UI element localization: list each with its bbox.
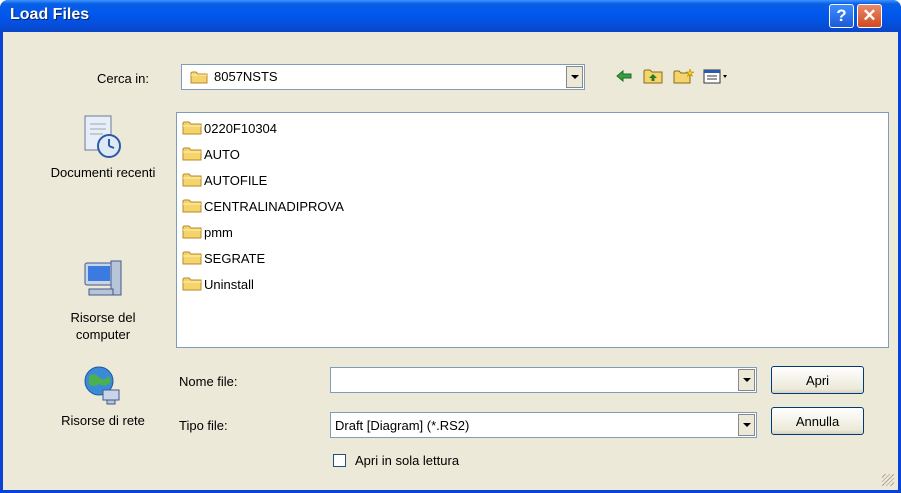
list-item[interactable]: SEGRATE bbox=[182, 247, 265, 269]
list-item[interactable]: Uninstall bbox=[182, 273, 254, 295]
title-bar[interactable]: Load Files ? ✕ bbox=[0, 0, 901, 32]
file-type-dropdown-button[interactable] bbox=[738, 414, 755, 436]
folder-icon bbox=[182, 225, 202, 239]
place-network[interactable]: Risorse di rete bbox=[43, 364, 163, 429]
file-name-dropdown-button[interactable] bbox=[738, 369, 755, 391]
view-menu-icon[interactable] bbox=[703, 68, 729, 84]
new-folder-icon[interactable] bbox=[673, 68, 695, 84]
file-type-combobox[interactable]: Draft [Diagram] (*.RS2) bbox=[330, 412, 757, 438]
load-files-dialog: Load Files ? ✕ Cerca in: 8057NSTS Docume… bbox=[0, 0, 901, 493]
file-name: 0220F10304 bbox=[204, 120, 278, 136]
list-item[interactable]: pmm bbox=[182, 221, 233, 243]
list-item[interactable]: 0220F10304 bbox=[182, 117, 277, 139]
list-item[interactable]: AUTOFILE bbox=[182, 169, 267, 191]
folder-icon bbox=[182, 251, 202, 265]
file-name: AUTO bbox=[204, 146, 240, 162]
file-type-value: Draft [Diagram] (*.RS2) bbox=[335, 418, 470, 433]
open-button[interactable]: Apri bbox=[771, 366, 864, 394]
file-name: CENTRALINADIPROVA bbox=[204, 198, 344, 214]
place-label: Risorse di rete bbox=[61, 413, 145, 428]
chevron-down-icon bbox=[742, 378, 751, 382]
place-my-computer[interactable]: Risorse del computer bbox=[43, 257, 163, 343]
list-item[interactable]: CENTRALINADIPROVA bbox=[182, 195, 344, 217]
look-in-label: Cerca in: bbox=[97, 71, 150, 86]
file-type-label: Tipo file: bbox=[179, 418, 228, 433]
file-name: Uninstall bbox=[204, 276, 254, 292]
read-only-checkbox[interactable] bbox=[333, 454, 346, 467]
file-name-combobox[interactable] bbox=[330, 367, 757, 393]
look-in-value: 8057NSTS bbox=[214, 69, 278, 84]
place-label: Risorse del computer bbox=[70, 310, 136, 342]
file-name: SEGRATE bbox=[204, 250, 266, 266]
network-places-icon bbox=[84, 366, 120, 405]
list-item[interactable]: AUTO bbox=[182, 143, 240, 165]
recent-documents-icon bbox=[84, 115, 121, 158]
folder-icon bbox=[190, 71, 208, 84]
file-name-input[interactable] bbox=[333, 370, 733, 390]
place-label: Documenti recenti bbox=[50, 165, 156, 180]
up-one-level-icon[interactable] bbox=[643, 68, 663, 84]
cancel-button[interactable]: Annulla bbox=[771, 407, 864, 435]
look-in-combobox[interactable]: 8057NSTS bbox=[181, 64, 585, 90]
folder-icon bbox=[182, 277, 202, 291]
close-button[interactable]: ✕ bbox=[857, 4, 882, 28]
folder-icon bbox=[182, 121, 202, 135]
file-name: pmm bbox=[204, 224, 233, 240]
back-arrow-icon[interactable] bbox=[615, 68, 633, 84]
my-computer-icon bbox=[84, 260, 122, 296]
resize-grip[interactable] bbox=[882, 474, 894, 486]
help-button[interactable]: ? bbox=[829, 4, 854, 28]
close-icon: ✕ bbox=[862, 6, 877, 25]
file-list[interactable]: 0220F10304 AUTO AUTOFILE CENTRALINADIPRO… bbox=[176, 112, 889, 348]
read-only-label: Apri in sola lettura bbox=[355, 453, 460, 468]
help-icon: ? bbox=[836, 6, 847, 25]
look-in-dropdown-button[interactable] bbox=[566, 66, 583, 88]
place-recent-documents[interactable]: Documenti recenti bbox=[43, 112, 163, 181]
window-title: Load Files bbox=[10, 6, 90, 23]
chevron-down-icon bbox=[742, 423, 751, 427]
folder-icon bbox=[182, 147, 202, 161]
folder-icon bbox=[182, 199, 202, 213]
file-name-label: Nome file: bbox=[179, 374, 238, 389]
file-name: AUTOFILE bbox=[204, 172, 268, 188]
chevron-down-icon bbox=[570, 75, 579, 79]
folder-icon bbox=[182, 173, 202, 187]
